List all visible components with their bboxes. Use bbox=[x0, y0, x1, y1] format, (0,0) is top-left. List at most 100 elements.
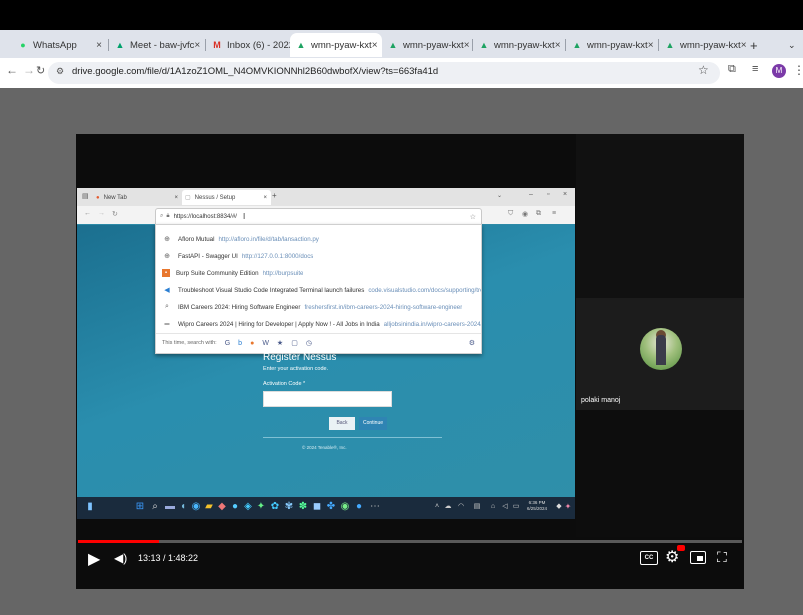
file-explorer-icon[interactable]: ▰ bbox=[204, 501, 214, 513]
tab-whatsapp[interactable]: ● WhatsApp × bbox=[12, 33, 108, 57]
wifi-icon[interactable]: ◠ bbox=[456, 501, 466, 513]
reading-list-icon[interactable]: ≡ bbox=[752, 63, 758, 75]
close-icon[interactable]: × bbox=[648, 40, 654, 51]
miniplayer-icon[interactable] bbox=[690, 551, 706, 564]
close-icon[interactable]: × bbox=[96, 40, 102, 51]
copilot-icon[interactable]: ✦ bbox=[563, 501, 573, 513]
chat-icon[interactable]: ◖ bbox=[178, 501, 188, 513]
bookmark-star-icon[interactable]: ☆ bbox=[698, 63, 709, 77]
fullscreen-icon[interactable]: ⛶ bbox=[717, 549, 727, 566]
taskbar-date: 6/25/2024 bbox=[526, 506, 548, 511]
maximize-icon[interactable]: ▫ bbox=[547, 191, 549, 198]
tab-label: wmn-pyaw-kxt bbox=[587, 39, 648, 51]
bookmarks-icon[interactable]: ★ bbox=[277, 339, 283, 347]
bing-icon[interactable]: b bbox=[238, 340, 242, 347]
activation-code-input[interactable] bbox=[263, 391, 392, 407]
app-icon[interactable]: ◆ bbox=[217, 501, 227, 513]
tab-drive[interactable]: ▲ wmn-pyaw-kxt × bbox=[659, 33, 747, 57]
tab-gmail[interactable]: M Inbox (6) - 2022 × bbox=[206, 33, 296, 57]
chevron-down-icon: ⌄ bbox=[788, 39, 796, 50]
account-icon[interactable]: ◉ bbox=[522, 210, 528, 218]
suggestion-item[interactable]: ⊕ Aflorо Mutual http://aflorо.in/file/d/… bbox=[156, 231, 481, 247]
search-icon[interactable]: ⌕ bbox=[150, 501, 160, 513]
close-icon[interactable]: × bbox=[174, 195, 178, 201]
app-icon[interactable]: ◈ bbox=[243, 501, 253, 513]
suggestion-item[interactable]: ◀ Troubleshoot Visual Studio Code Integr… bbox=[156, 282, 481, 298]
app-icon[interactable]: ● bbox=[354, 501, 364, 513]
task-view-icon[interactable]: ▬ bbox=[165, 501, 175, 513]
profile-avatar[interactable]: M bbox=[772, 64, 786, 78]
reload-icon[interactable]: ↻ bbox=[36, 64, 45, 77]
app-icon[interactable]: ● bbox=[230, 501, 240, 513]
inner-tab-new[interactable]: ● New Tab × bbox=[96, 190, 178, 205]
close-icon[interactable]: × bbox=[563, 191, 567, 198]
tabs-icon[interactable]: ▢ bbox=[291, 339, 298, 347]
app-icon[interactable]: ✾ bbox=[284, 501, 294, 513]
continue-button[interactable]: Continue bbox=[359, 417, 387, 430]
close-icon[interactable]: × bbox=[194, 40, 200, 51]
tab-drive[interactable]: ▲ wmn-pyaw-kxt × bbox=[566, 33, 658, 57]
tab-drive-active[interactable]: ▲ wmn-pyaw-kxt × bbox=[290, 33, 382, 57]
suggestion-item[interactable]: ═ Wipro Careers 2024 | Hiring for Develo… bbox=[156, 316, 481, 332]
suggestion-item[interactable]: ▪ Burp Suite Community Edition http://bu… bbox=[156, 265, 481, 281]
extensions-icon[interactable]: ⧉ bbox=[728, 63, 736, 76]
network-icon[interactable]: ⌂ bbox=[488, 501, 498, 513]
tab-actions-icon[interactable]: ▤ bbox=[82, 192, 89, 200]
app-icon[interactable]: ✿ bbox=[270, 501, 280, 513]
duckduckgo-icon[interactable]: ● bbox=[250, 340, 254, 347]
progress-bar[interactable] bbox=[78, 540, 742, 543]
forward-arrow-icon[interactable]: → bbox=[23, 63, 35, 77]
site-info-icon[interactable]: ⚙ bbox=[56, 66, 64, 77]
volume-icon[interactable]: ◀) bbox=[114, 551, 127, 565]
app-icon[interactable]: ✽ bbox=[298, 501, 308, 513]
start-icon[interactable]: ⊞ bbox=[135, 501, 145, 513]
volume-icon[interactable]: ◁ bbox=[500, 501, 510, 513]
forward-arrow-icon[interactable]: → bbox=[98, 210, 105, 217]
google-icon[interactable]: G bbox=[225, 340, 230, 347]
cloud-icon[interactable]: ☁ bbox=[443, 501, 453, 513]
minimize-icon[interactable]: – bbox=[529, 191, 533, 198]
back-arrow-icon[interactable]: ← bbox=[6, 63, 18, 77]
reload-icon[interactable]: ↻ bbox=[112, 210, 118, 218]
close-icon[interactable]: × bbox=[741, 40, 747, 51]
more-icon[interactable]: ⋯ bbox=[370, 501, 380, 513]
back-button[interactable]: Back bbox=[329, 417, 355, 430]
suggestion-item[interactable]: ⌕ IBM Careers 2024: Hiring Software Engi… bbox=[156, 299, 481, 315]
app-icon[interactable]: ✦ bbox=[256, 501, 266, 513]
inner-tab-nessus[interactable]: ▢ Nessus / Setup × bbox=[182, 190, 271, 205]
tab-search-button[interactable]: ⌄ bbox=[788, 33, 802, 57]
close-icon[interactable]: × bbox=[555, 40, 561, 51]
close-icon[interactable]: × bbox=[263, 195, 267, 201]
new-tab-button[interactable]: + bbox=[750, 33, 768, 57]
edge-icon[interactable]: ◉ bbox=[191, 501, 201, 513]
plus-icon[interactable]: + bbox=[272, 191, 277, 200]
close-icon[interactable]: × bbox=[464, 40, 470, 51]
suggestion-item[interactable]: ⊕ FastAPI - Swagger UI http://127.0.0.1:… bbox=[156, 248, 481, 264]
language-icon[interactable]: ▤ bbox=[472, 501, 482, 513]
extensions-icon[interactable]: ⧉ bbox=[536, 210, 541, 218]
tray-chevron-icon[interactable]: ˄ bbox=[432, 501, 442, 513]
chevron-down-icon[interactable]: ⌄ bbox=[497, 192, 502, 199]
settings-gear-icon[interactable]: ⚙ bbox=[469, 339, 475, 347]
app-icon[interactable]: ◉ bbox=[340, 501, 350, 513]
wikipedia-icon[interactable]: W bbox=[262, 340, 269, 347]
app-icon[interactable]: ✤ bbox=[326, 501, 336, 513]
tab-drive[interactable]: ▲ wmn-pyaw-kxt × bbox=[382, 33, 472, 57]
tab-drive[interactable]: ▲ wmn-pyaw-kxt × bbox=[473, 33, 565, 57]
close-icon[interactable]: × bbox=[372, 40, 378, 51]
inner-address-bar[interactable]: ⌕ 🔒︎ https://localhost:8834/#/ I ☆ bbox=[155, 208, 482, 225]
top-black-bar bbox=[0, 0, 803, 30]
pocket-icon[interactable]: ⛉ bbox=[508, 210, 513, 218]
history-icon[interactable]: ◷ bbox=[306, 339, 312, 347]
captions-button[interactable]: CC bbox=[640, 551, 658, 565]
app-icon[interactable]: ◼ bbox=[312, 501, 322, 513]
widgets-icon[interactable]: ▮ bbox=[85, 501, 95, 513]
play-icon[interactable]: ▶ bbox=[88, 549, 100, 569]
menu-kebab-icon[interactable]: ⋮ bbox=[793, 63, 803, 77]
battery-icon[interactable]: ▭ bbox=[511, 501, 521, 513]
bookmark-star-icon[interactable]: ☆ bbox=[470, 213, 476, 221]
menu-icon[interactable]: ≡ bbox=[552, 210, 556, 217]
tab-meet[interactable]: ▲ Meet - baw-jvfc × bbox=[109, 33, 205, 57]
taskbar-clock[interactable]: 6:36 PM 6/25/2024 bbox=[522, 500, 552, 512]
back-arrow-icon[interactable]: ← bbox=[84, 210, 91, 217]
